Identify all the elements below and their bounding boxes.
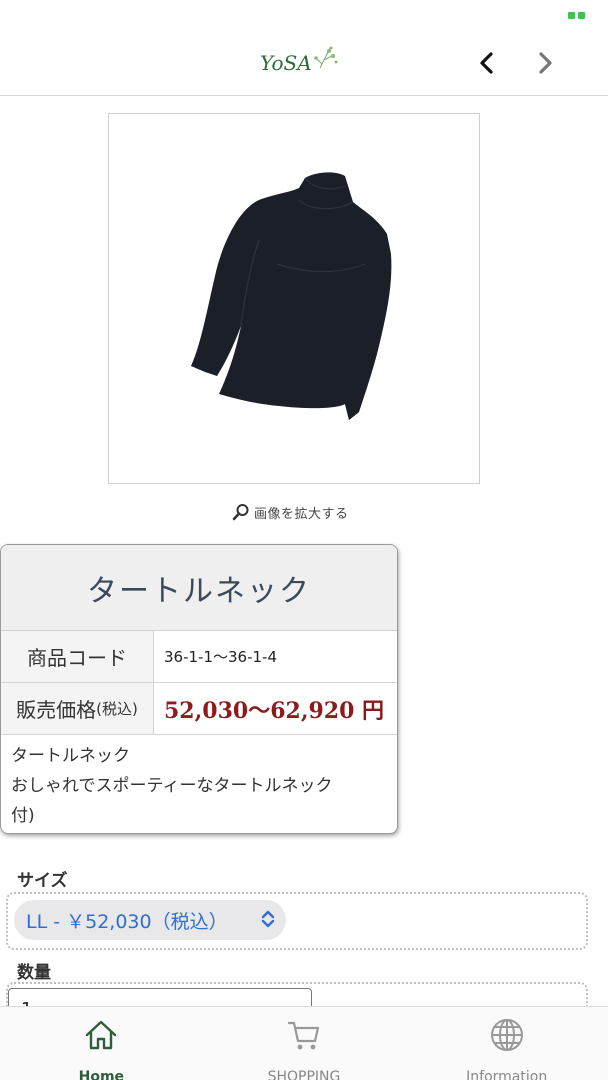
chevron-right-icon xyxy=(539,52,552,74)
status-bar xyxy=(0,0,608,30)
back-button[interactable] xyxy=(470,46,504,80)
description-line: おしゃれでスポーティーなタートルネック xyxy=(11,776,333,796)
product-code-label: 商品コード xyxy=(1,631,154,682)
yosa-logo: YoSA xyxy=(258,44,342,78)
quantity-label: 数量 xyxy=(17,963,51,983)
tab-home[interactable]: Home xyxy=(0,1007,203,1080)
globe-icon xyxy=(489,1017,525,1053)
product-code-value: 36-1-1〜36-1-4 xyxy=(164,648,277,666)
price-tax-note: (税込) xyxy=(96,700,138,718)
size-label: サイズ xyxy=(17,871,68,891)
cart-icon xyxy=(286,1017,322,1053)
app-header: YoSA xyxy=(0,30,608,96)
size-select[interactable]: LL - ￥52,030（税込） xyxy=(14,900,286,940)
battery-icon xyxy=(566,10,588,21)
product-code-row: 商品コード 36-1-1〜36-1-4 xyxy=(1,631,397,683)
price-value-cell: 52,030〜62,920 円 xyxy=(154,683,397,734)
home-icon xyxy=(83,1017,119,1053)
size-selected-value: LL - ￥52,030（税込） xyxy=(26,910,228,933)
zoom-image-link[interactable]: 画像を拡大する xyxy=(232,500,349,524)
tab-information[interactable]: Information xyxy=(405,1007,608,1080)
price-value: 52,030〜62,920 円 xyxy=(164,697,385,724)
svg-text:YoSA: YoSA xyxy=(260,51,312,75)
select-updown-icon xyxy=(261,910,275,928)
tab-shopping-label: SHOPPING xyxy=(267,1069,341,1080)
price-label: 販売価格 (税込) xyxy=(1,683,154,734)
chevron-left-icon xyxy=(480,52,493,74)
tab-bar: Home SHOPPING Information xyxy=(0,1006,608,1080)
tab-shopping[interactable]: SHOPPING xyxy=(203,1007,406,1080)
description-line: 付) xyxy=(11,806,35,826)
magnifier-icon xyxy=(232,504,249,521)
turtleneck-photo xyxy=(191,172,392,420)
product-info-card: タートルネック 商品コード 36-1-1〜36-1-4 販売価格 (税込) 52,… xyxy=(0,544,398,834)
tab-information-label: Information xyxy=(466,1069,548,1080)
description-line: タートルネック xyxy=(11,746,130,766)
forward-button[interactable] xyxy=(528,46,562,80)
product-title: タートルネック xyxy=(1,545,397,631)
size-field: LL - ￥52,030（税込） xyxy=(6,892,588,950)
product-description: タートルネック おしゃれでスポーティーなタートルネック 付) xyxy=(1,735,397,833)
price-label-text: 販売価格 xyxy=(16,698,97,722)
zoom-image-label: 画像を拡大する xyxy=(254,506,349,522)
tab-home-label: Home xyxy=(78,1069,125,1080)
price-row: 販売価格 (税込) 52,030〜62,920 円 xyxy=(1,683,397,735)
product-image[interactable] xyxy=(108,113,480,484)
